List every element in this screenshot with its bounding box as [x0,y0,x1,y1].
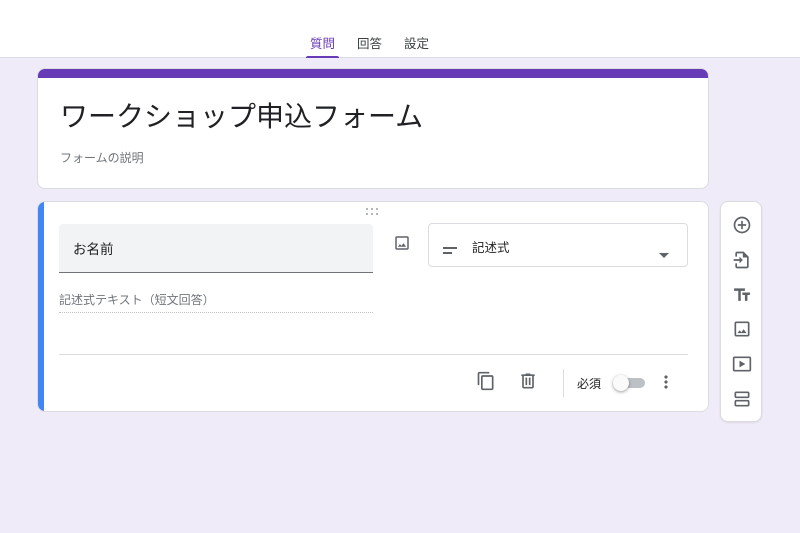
more-vert-icon[interactable] [654,370,678,394]
required-toggle[interactable] [613,375,647,391]
title-card-accent [38,69,708,78]
title-text-icon[interactable] [730,283,754,307]
short-text-icon [443,241,459,260]
add-circle-icon[interactable] [730,213,754,237]
form-tabs: 質問 回答 設定 [306,33,447,58]
question-card[interactable]: お名前 記述式 記述式テキスト（短文回答） 必須 [37,201,709,412]
trash-icon[interactable] [516,369,540,393]
footer-separator [563,369,564,397]
top-bar: 質問 回答 設定 [0,0,800,58]
video-icon[interactable] [730,352,754,376]
question-type-dropdown[interactable]: 記述式 [428,223,688,267]
question-title-field[interactable]: お名前 [59,224,373,273]
question-type-label: 記述式 [472,240,510,255]
section-icon[interactable] [730,387,754,411]
form-title-card: ワークショップ申込フォーム フォームの説明 [37,68,709,189]
copy-icon[interactable] [474,369,498,393]
tab-responses[interactable]: 回答 [353,33,386,58]
tab-questions[interactable]: 質問 [306,33,340,58]
dropdown-caret-icon [659,243,669,262]
image-icon[interactable] [730,317,754,341]
drag-handle-icon[interactable] [366,208,380,216]
image-icon[interactable] [392,233,412,253]
form-description[interactable]: フォームの説明 [60,149,144,166]
form-title[interactable]: ワークショップ申込フォーム [60,95,423,135]
short-answer-placeholder: 記述式テキスト（短文回答） [59,291,373,313]
tab-settings[interactable]: 設定 [400,33,433,58]
required-label: 必須 [577,377,602,391]
import-icon[interactable] [730,248,754,272]
question-title: お名前 [73,242,114,258]
question-footer-divider [59,354,688,355]
side-toolbar [720,201,762,422]
question-focus-accent [38,202,44,411]
